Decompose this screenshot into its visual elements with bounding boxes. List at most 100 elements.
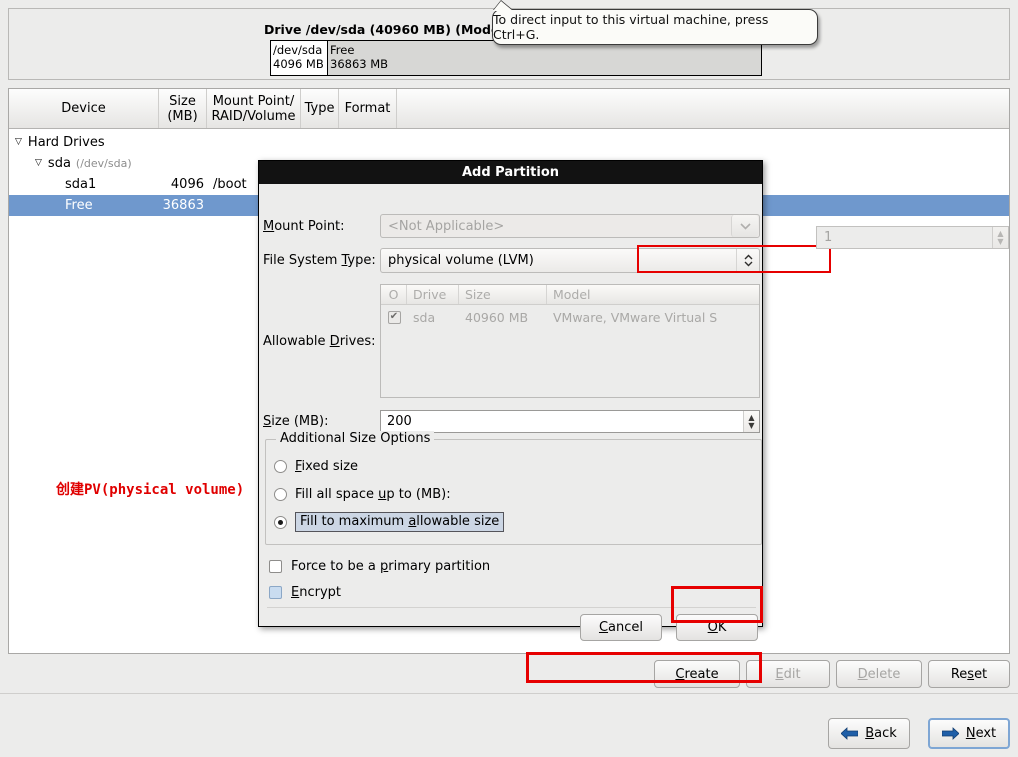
drive-segment-free[interactable]: Free 36863 MB [328, 41, 761, 75]
edit-button-label: dit [783, 666, 801, 682]
chk-primary-b: rimary partition [388, 558, 491, 574]
force-primary-label: Force to be a primary partition [291, 559, 490, 574]
back-button-label: ack [874, 726, 897, 741]
drive-usage-bar[interactable]: /dev/sda 4096 MB Free 36863 MB [270, 40, 762, 76]
cancel-button[interactable]: Cancel [580, 614, 662, 641]
column-header-filler [397, 89, 1009, 128]
tree-cell-device: sda1 [9, 177, 159, 192]
back-button[interactable]: Back [828, 718, 910, 749]
tree-node-label: sda1 [65, 177, 97, 192]
drive-segment-free-name: Free [330, 43, 355, 57]
size-input[interactable]: 200 [381, 414, 743, 429]
vm-input-tooltip: To direct input to this virtual machine,… [492, 1, 818, 45]
drive-checkbox[interactable]: ✔ [381, 310, 407, 324]
drive-segment-used-size: 4096 MB [273, 57, 324, 71]
drives-column-header-model[interactable]: Model [547, 285, 759, 304]
tree-cell-device: ▽ Hard Drives [9, 135, 159, 150]
dialog-body: Mount Point: <Not Applicable> File Syste… [259, 184, 1009, 641]
fill-up-to-stepper[interactable]: ▲ ▼ [992, 227, 1008, 248]
radio-icon[interactable] [274, 487, 287, 501]
radio-fill-to-maximum-allowable-size[interactable]: Fill to maximum allowable size [274, 512, 505, 532]
stepper-up-icon[interactable]: ▲ [748, 413, 754, 421]
file-system-type-row: File System Type: physical volume (LVM) [263, 247, 760, 273]
create-button[interactable]: Create [654, 660, 740, 688]
additional-size-options-legend: Additional Size Options [276, 431, 435, 446]
ok-button-label: K [717, 620, 727, 635]
radio-icon-selected[interactable] [274, 515, 287, 529]
delete-button-mnemonic: D [857, 666, 868, 682]
size-stepper[interactable]: ▲ ▼ [743, 410, 759, 432]
tree-node-label: Free [65, 198, 93, 213]
drive-segment-used[interactable]: /dev/sda 4096 MB [271, 41, 328, 75]
footer-divider [0, 693, 1018, 694]
drives-column-header-drive[interactable]: Drive [407, 285, 459, 304]
ad-label-a: Allowable [263, 333, 330, 349]
size-spinbox[interactable]: 200 ▲ ▼ [380, 409, 760, 433]
stepper-down-icon[interactable]: ▼ [748, 421, 754, 429]
encrypt-label: Encrypt [291, 585, 341, 600]
reset-button[interactable]: Reset [928, 660, 1010, 688]
checkbox-icon[interactable] [269, 559, 282, 573]
mount-point-label-text: ount Point: [274, 218, 345, 234]
chevron-down-icon[interactable] [731, 215, 758, 237]
drives-column-header-check[interactable]: O [381, 285, 407, 304]
next-button[interactable]: Next [928, 718, 1010, 749]
tree-cell-device: Free [9, 198, 159, 213]
column-header-size[interactable]: Size (MB) [159, 89, 207, 128]
delete-button[interactable]: Delete [836, 660, 922, 688]
expander-triangle-icon[interactable]: ▽ [15, 138, 22, 147]
tree-cell-device: ▽ sda (/dev/sda) [9, 156, 159, 171]
edit-button[interactable]: Edit [746, 660, 830, 688]
checkbox-icon[interactable] [269, 585, 282, 599]
radio-fixed-size[interactable]: Fixed size [274, 456, 358, 476]
ok-button[interactable]: OK [676, 614, 758, 641]
edit-button-mnemonic: E [775, 666, 784, 682]
drive-model-cell: VMware, VMware Virtual S [553, 309, 718, 325]
mount-point-combobox[interactable]: <Not Applicable> [380, 214, 760, 238]
checkbox-encrypt[interactable]: Encrypt [269, 583, 341, 601]
ad-label-b: rives: [339, 333, 376, 349]
checkbox-force-primary-partition[interactable]: Force to be a primary partition [269, 557, 490, 575]
partition-action-bar: Create Edit Delete Reset [0, 660, 1018, 692]
column-header-device[interactable]: Device [9, 89, 159, 128]
fill-up-to-spinbox[interactable]: 1 ▲ ▼ [816, 226, 1009, 249]
tree-cell-size: 36863 [162, 198, 204, 213]
drive-segment-used-name: /dev/sda [273, 43, 323, 57]
radio-fillto-b: p to (MB): [386, 486, 451, 502]
stepper-down-icon[interactable]: ▼ [997, 238, 1003, 246]
tree-cell-size: 4096 [170, 177, 204, 192]
chk-primary-mnemonic: p [379, 558, 389, 574]
next-button-label: ext [975, 726, 997, 741]
table-row[interactable]: ✔ sda 40960 MB VMware, VMware Virtual S [381, 305, 759, 329]
radio-max-a: Fill to maximum [300, 514, 409, 529]
additional-size-options-group: Additional Size Options Fixed size Fill … [265, 431, 762, 545]
file-system-type-combobox[interactable]: physical volume (LVM) [380, 247, 760, 273]
column-header-format[interactable]: Format [339, 89, 397, 128]
stepper-up-icon[interactable]: ▲ [997, 230, 1003, 238]
ad-label-mnemonic: D [329, 333, 340, 349]
expander-triangle-icon[interactable]: ▽ [35, 159, 42, 168]
cancel-button-mnemonic: C [598, 620, 609, 635]
drives-column-header-size[interactable]: Size [459, 285, 547, 304]
radio-fill-all-space-up-to[interactable]: Fill all space up to (MB): [274, 484, 451, 504]
chk-encrypt-b: ncrypt [299, 584, 341, 600]
table-row[interactable]: ▽ Hard Drives [9, 132, 1009, 153]
fs-label-a: File System [263, 252, 342, 268]
tree-node-label: Hard Drives [27, 135, 105, 150]
tree-node-label: sda [47, 156, 71, 171]
reset-button-label-b: et [974, 666, 988, 682]
column-header-type[interactable]: Type [301, 89, 339, 128]
radio-icon[interactable] [274, 459, 287, 473]
mount-point-row: Mount Point: <Not Applicable> [263, 214, 760, 238]
fill-up-to-input[interactable]: 1 [817, 230, 992, 245]
checkbox-checked-icon: ✔ [387, 310, 401, 324]
file-system-type-label: File System Type: [263, 253, 380, 268]
fs-label-b: ype: [347, 252, 376, 268]
allowable-drives-table[interactable]: O Drive Size Model ✔ sda 40960 MB VMware… [380, 284, 760, 398]
updown-chevron-icon[interactable] [736, 248, 759, 272]
arrow-right-icon [941, 727, 959, 740]
mount-point-label-mnemonic: M [263, 218, 275, 234]
column-header-size-line2: (MB) [167, 108, 198, 124]
column-header-mount-point[interactable]: Mount Point/ RAID/Volume [207, 89, 301, 128]
radio-max-b: llowable size [416, 514, 500, 529]
